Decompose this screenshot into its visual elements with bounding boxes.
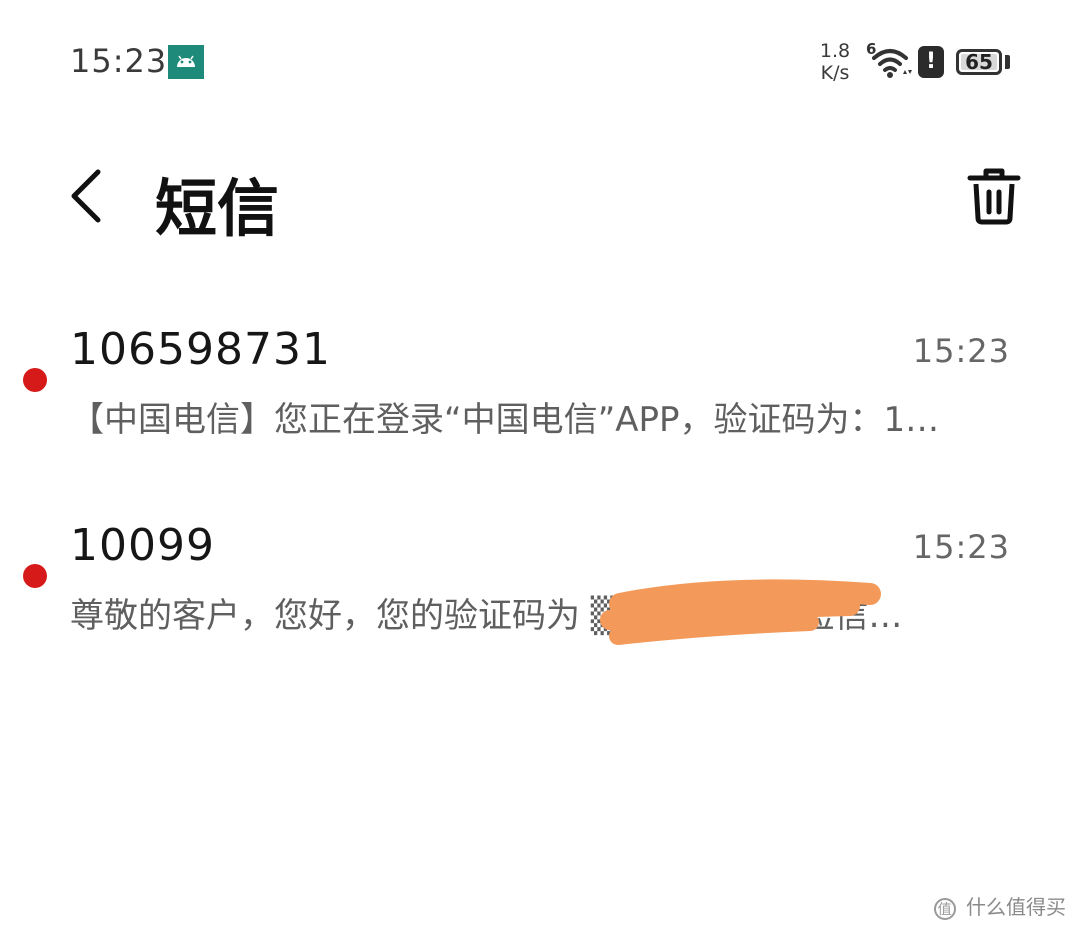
delete-button[interactable] [964,166,1024,226]
chevron-left-icon [71,169,101,223]
page-title: 短信 [155,172,280,245]
watermark: 值 什么值得买 [933,891,1066,920]
message-preview: 【中国电信】您正在登录“中国电信”APP，验证码为：1… [70,400,940,440]
message-sender: 106598731 [70,324,331,375]
message-time: 15:23 [912,528,1010,566]
list-item[interactable]: 10099 15:23 尊敬的客户，您好，您的验证码为 ▒▒▒▒▒ 本条短信… [0,516,1080,666]
status-bar: 15:23 1.8 K/s 6 ! 65 [0,0,1080,120]
status-time: 15:23 [70,42,168,80]
message-time: 15:23 [912,332,1010,370]
list-item[interactable]: 106598731 15:23 【中国电信】您正在登录“中国电信”APP，验证码… [0,320,1080,470]
network-speed: 1.8 K/s [812,40,858,84]
watermark-text: 什么值得买 [966,895,1066,919]
network-speed-unit: K/s [820,62,850,84]
battery-level: 65 [965,50,993,74]
unread-dot [23,368,47,392]
battery-tip [1005,55,1010,69]
android-icon [168,45,204,79]
network-speed-value: 1.8 [819,40,851,62]
trash-icon [967,168,1021,225]
alert-icon: ! [918,46,944,78]
watermark-logo-icon: 值 [933,897,956,920]
unread-dot [23,564,47,588]
wifi-icon: 6 [866,40,914,82]
back-button[interactable] [64,166,116,226]
battery-icon: 65 [956,49,1002,75]
message-sender: 10099 [70,520,215,571]
redaction-scribble [600,579,881,645]
